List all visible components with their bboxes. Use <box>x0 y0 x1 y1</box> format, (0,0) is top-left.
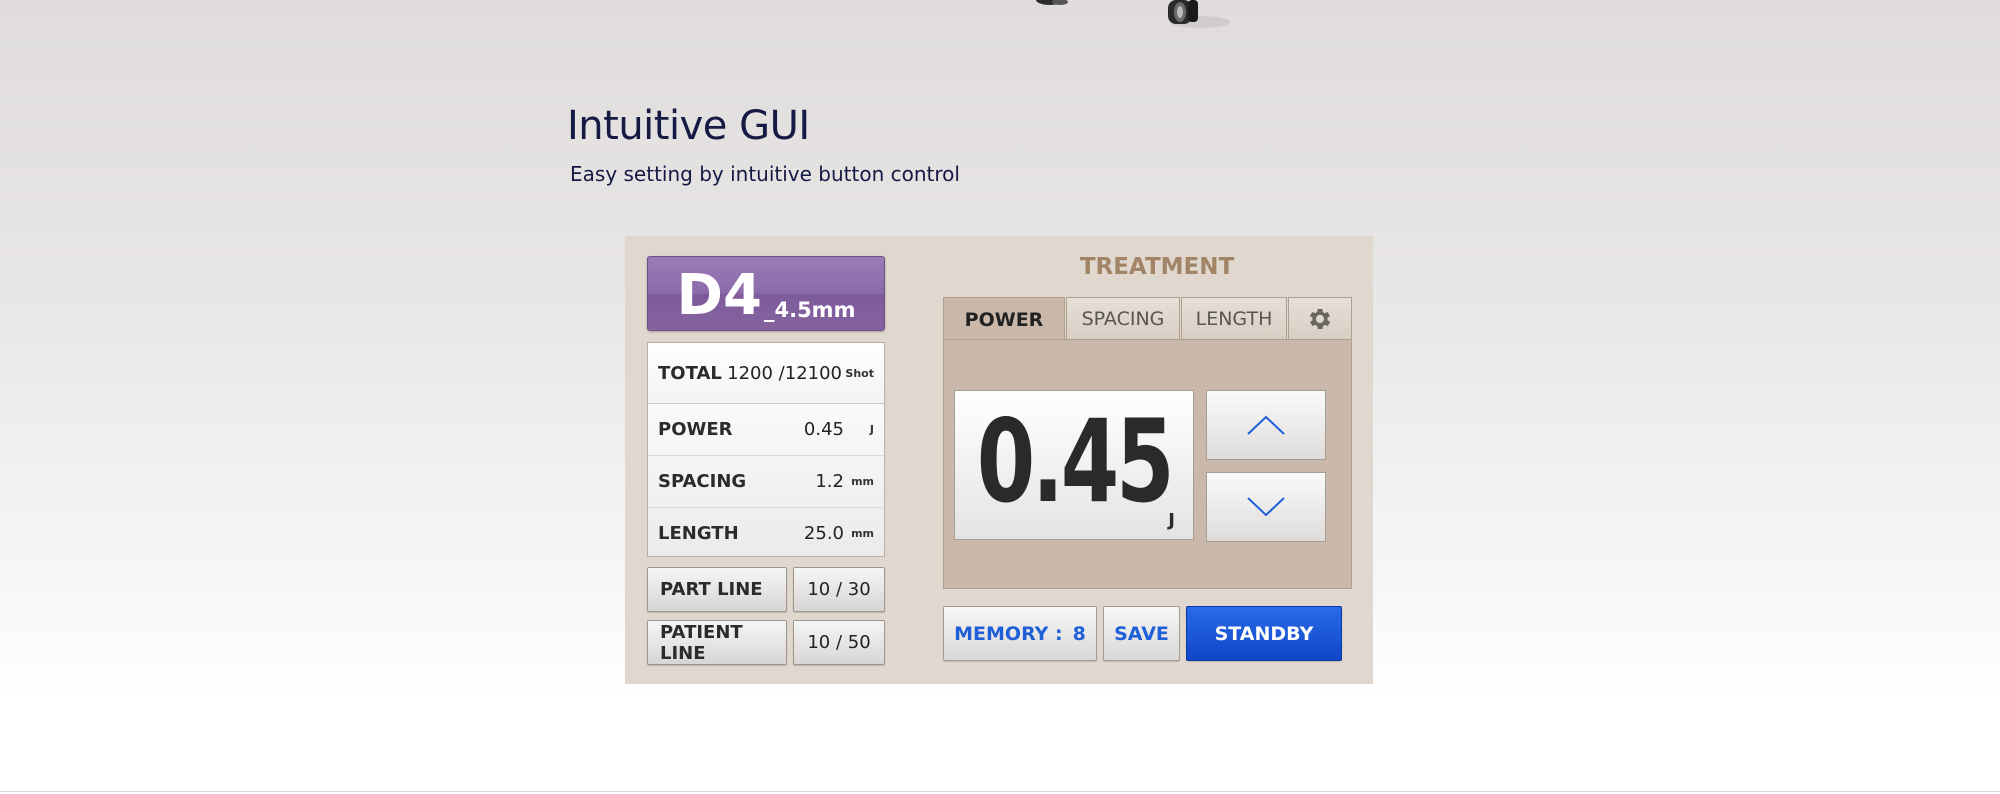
summary-label: LENGTH <box>658 523 739 544</box>
probe-size: _4.5mm <box>763 298 856 322</box>
treatment-title: TREATMENT <box>1079 254 1235 280</box>
memory-label: MEMORY : <box>954 622 1063 645</box>
page-title: Intuitive GUI <box>567 103 810 149</box>
part-line-button[interactable]: PART LINE <box>647 567 787 612</box>
total-label: TOTAL <box>658 362 722 384</box>
power-value: 0.45 <box>976 395 1175 528</box>
tab-length[interactable]: LENGTH <box>1181 297 1287 339</box>
summary-unit: mm <box>851 527 874 540</box>
treatment-tabs: POWER SPACING LENGTH <box>943 297 1352 341</box>
summary-unit: mm <box>851 475 874 488</box>
gear-icon <box>1309 308 1331 329</box>
device-wheels-image <box>1036 0 1230 28</box>
total-row: TOTAL 1200 /12100 Shot <box>648 343 884 404</box>
probe-code: D4 <box>676 263 762 328</box>
tab-power[interactable]: POWER <box>943 297 1065 341</box>
settings-tab[interactable] <box>1288 297 1352 339</box>
power-tab-content: 0.45 J <box>943 339 1352 589</box>
chevron-down-icon <box>1247 497 1285 517</box>
summary-unit: J <box>869 423 874 436</box>
tab-spacing[interactable]: SPACING <box>1066 297 1180 339</box>
summary-row-power: POWER 0.45 J <box>648 404 884 456</box>
total-value: 1200 /12100 <box>727 362 842 384</box>
patient-line-value[interactable]: 10 / 50 <box>793 620 885 665</box>
page-subtitle: Easy setting by intuitive button control <box>570 162 960 186</box>
power-unit: J <box>1168 510 1175 531</box>
summary-value: 25.0 <box>803 523 844 544</box>
memory-button[interactable]: MEMORY : 8 <box>943 606 1097 661</box>
summary-row-length: LENGTH 25.0 mm <box>648 508 884 559</box>
standby-button[interactable]: STANDBY <box>1186 606 1342 661</box>
settings-summary: TOTAL 1200 /12100 Shot POWER 0.45 J SPAC… <box>647 342 885 557</box>
memory-value: 8 <box>1072 622 1086 645</box>
footer-divider <box>0 791 2000 792</box>
summary-label: POWER <box>658 419 733 440</box>
total-unit: Shot <box>845 366 874 380</box>
summary-value: 0.45 <box>803 419 844 440</box>
summary-label: SPACING <box>658 471 747 492</box>
decrease-button[interactable] <box>1206 472 1326 542</box>
summary-row-spacing: SPACING 1.2 mm <box>648 456 884 508</box>
probe-badge[interactable]: D4 _4.5mm <box>647 256 885 331</box>
patient-line-button[interactable]: PATIENT LINE <box>647 620 787 665</box>
summary-value: 1.2 <box>815 471 844 492</box>
chevron-up-icon <box>1247 415 1285 435</box>
part-line-value[interactable]: 10 / 30 <box>793 567 885 612</box>
increase-button[interactable] <box>1206 390 1326 460</box>
save-button[interactable]: SAVE <box>1103 606 1180 661</box>
control-panel: D4 _4.5mm TOTAL 1200 /12100 Shot POWER 0… <box>625 236 1373 684</box>
power-display: 0.45 J <box>954 390 1194 540</box>
